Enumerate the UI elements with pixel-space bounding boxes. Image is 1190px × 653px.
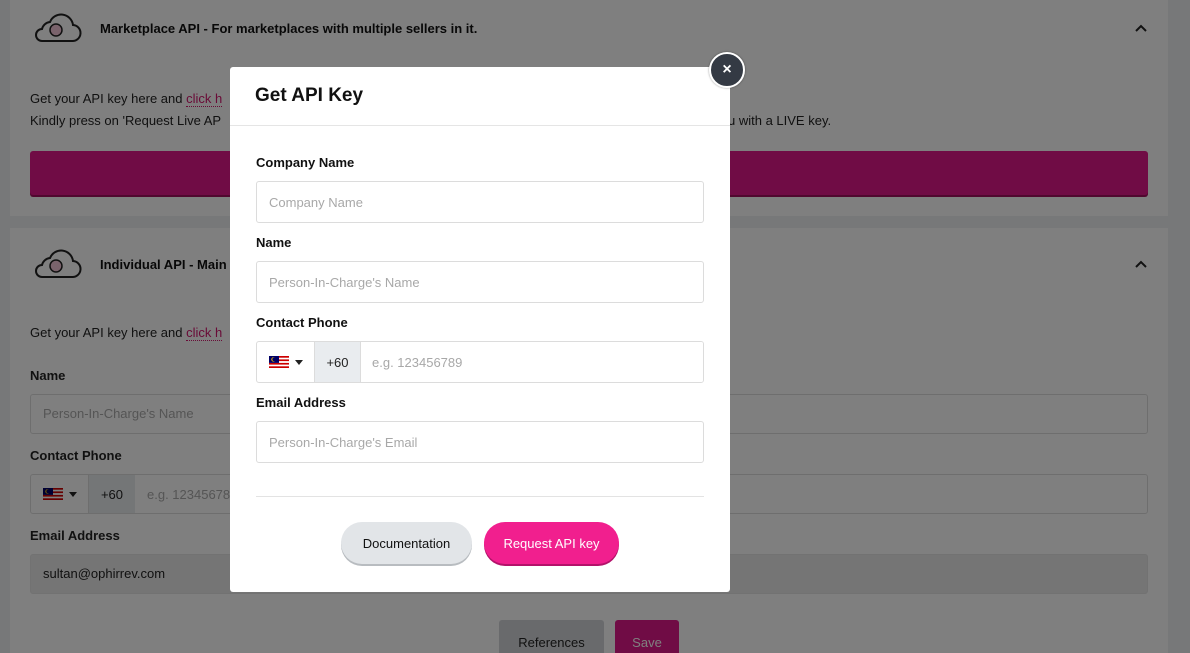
chevron-down-icon xyxy=(294,359,303,365)
phone-field: +60 xyxy=(256,341,704,383)
company-name-input[interactable] xyxy=(256,181,704,223)
email-input[interactable] xyxy=(256,421,704,463)
country-selector[interactable] xyxy=(257,342,315,382)
dial-code: +60 xyxy=(315,342,361,382)
phone-input[interactable] xyxy=(361,342,703,382)
get-api-key-modal: Get API Key × Company Name Name Contact … xyxy=(230,52,745,592)
name-input[interactable] xyxy=(256,261,704,303)
company-name-label: Company Name xyxy=(256,155,355,170)
close-icon: × xyxy=(722,61,732,78)
request-api-key-button[interactable]: Request API key xyxy=(484,522,619,564)
email-label: Email Address xyxy=(256,395,346,410)
close-button[interactable]: × xyxy=(709,52,745,88)
documentation-button[interactable]: Documentation xyxy=(341,522,472,564)
name-label: Name xyxy=(256,235,292,250)
modal-title: Get API Key xyxy=(255,85,364,106)
modal-header: Get API Key xyxy=(230,67,730,126)
divider xyxy=(256,496,704,497)
contact-phone-label: Contact Phone xyxy=(256,315,348,330)
malaysia-flag-icon xyxy=(268,356,289,368)
